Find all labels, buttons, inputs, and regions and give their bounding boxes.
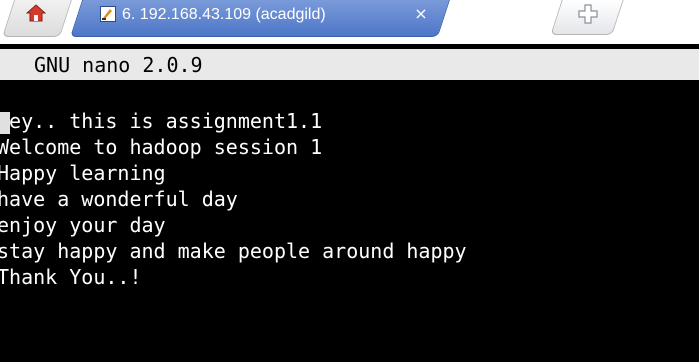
editor-line: Welcome to hadoop session 1 [0,135,323,159]
editor-line: Hey.. this is assignment1.1 [0,109,323,133]
terminal-window: 6. 192.168.43.109 (acadgild) × GNU nano … [0,0,699,362]
editor-line: Happy learning [0,161,166,185]
close-icon[interactable]: × [412,4,430,24]
terminal-app-icon [100,6,116,22]
nano-version-title: GNU nano 2.0.9 [34,53,203,77]
editor-line: have a wonderful day [0,187,238,211]
new-tab-icon[interactable] [577,3,599,25]
editor-line: enjoy your day [0,213,166,237]
home-icon[interactable] [26,4,46,22]
editor-line: Thank You..! [0,265,142,289]
tab-title: 6. 192.168.43.109 (acadgild) [122,6,326,23]
editor-line: stay happy and make people around happy [0,239,467,263]
text-cursor [0,112,10,134]
